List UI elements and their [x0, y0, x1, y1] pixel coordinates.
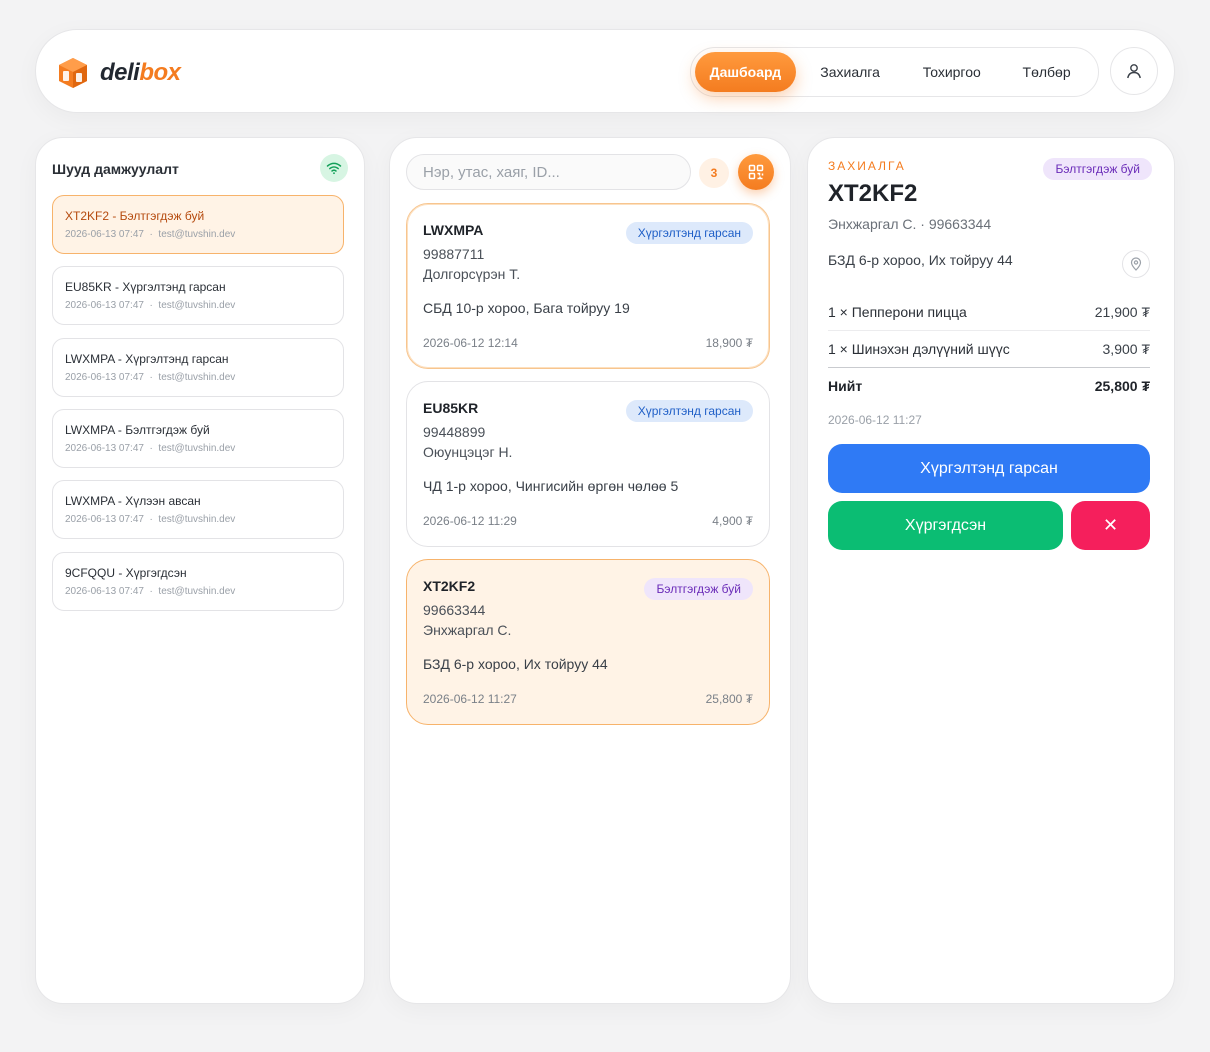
box-logo-icon	[59, 58, 87, 88]
event-email: test@tuvshin.dev	[158, 586, 236, 597]
dispatch-button[interactable]: Хүргэлтэнд гарсан	[828, 444, 1150, 493]
order-address: СБД 10-р хороо, Бага тойруу 19	[423, 300, 630, 316]
user-icon	[1127, 64, 1141, 79]
order-id: XT2KF2	[423, 578, 476, 594]
order-phone: 99663344	[423, 602, 486, 618]
stream-event-meta: 2026-06-13 07:47 · test@tuvshin.dev	[65, 300, 236, 311]
detail-date: 2026-06-12 11:27	[828, 413, 922, 427]
status-badge: Хүргэлтэнд гарсан	[625, 400, 753, 422]
app-name: delibox	[100, 59, 181, 87]
cancel-order-button[interactable]: ✕	[1071, 501, 1150, 550]
stream-event-meta: 2026-06-13 07:47 · test@tuvshin.dev	[65, 586, 236, 597]
orders-panel: 3 LWXMPA Хүргэлтэнд гарсан 99887711 Долг…	[389, 137, 791, 1004]
wifi-icon	[326, 162, 342, 175]
item-price: 3,900 ₮	[1102, 341, 1150, 357]
connection-status	[320, 154, 348, 182]
stream-event[interactable]: XT2KF2 - Бэлтгэгдэж буй 2026-06-13 07:47…	[52, 195, 344, 254]
order-card[interactable]: XT2KF2 Бэлтгэгдэж буй 99663344 Энхжаргал…	[406, 559, 770, 725]
stream-event-meta: 2026-06-13 07:47 · test@tuvshin.dev	[65, 443, 236, 454]
order-phone: 99887711	[423, 246, 485, 262]
scan-button[interactable]	[738, 154, 774, 190]
status-badge: Хүргэлтэнд гарсан	[625, 222, 753, 244]
order-phone: 99448899	[423, 424, 486, 440]
order-id: LWXMPA	[423, 222, 484, 238]
order-price: 4,900 ₮	[712, 514, 753, 528]
stream-event-title: XT2KF2 - Бэлтгэгдэж буй	[65, 209, 205, 223]
event-email: test@tuvshin.dev	[158, 443, 236, 454]
order-item-row: 1 × Шинэхэн дэлүүний шүүс 3,900 ₮	[828, 331, 1150, 368]
status-badge: Бэлтгэгдэж буй	[644, 578, 753, 600]
order-card[interactable]: EU85KR Хүргэлтэнд гарсан 99448899 Оюунцэ…	[406, 381, 770, 547]
detail-customer: Энхжаргал С. · 99663344	[828, 216, 992, 232]
order-customer: Оюунцэцэг Н.	[423, 444, 513, 460]
order-address: БЗД 6-р хороо, Их тойруу 44	[423, 656, 608, 672]
stream-event[interactable]: LWXMPA - Хүлээн авсан 2026-06-13 07:47 ·…	[52, 480, 344, 539]
order-customer: Долгорсүрэн Т.	[423, 266, 521, 282]
stream-event-title: LWXMPA - Хүргэлтэнд гарсан	[65, 352, 229, 366]
location-pin-icon	[1130, 257, 1142, 271]
app-name-part2: box	[139, 59, 181, 86]
event-time: 2026-06-13 07:47	[65, 443, 144, 454]
status-badge: Бэлтгэгдэж буй	[1043, 158, 1152, 180]
item-price: 21,900 ₮	[1094, 304, 1150, 320]
nav-dashboard[interactable]: Дашбоард	[695, 52, 796, 92]
nav-orders[interactable]: Захиалга	[796, 52, 905, 92]
order-price: 25,800 ₮	[705, 692, 753, 706]
stream-event-meta: 2026-06-13 07:47 · test@tuvshin.dev	[65, 372, 236, 383]
app-name-part1: deli	[100, 59, 140, 86]
stream-event[interactable]: LWXMPA - Бэлтгэгдэж буй 2026-06-13 07:47…	[52, 409, 344, 468]
qr-icon	[748, 164, 764, 180]
stream-event-title: EU85KR - Хүргэлтэнд гарсан	[65, 280, 226, 294]
order-card[interactable]: LWXMPA Хүргэлтэнд гарсан 99887711 Долгор…	[406, 203, 770, 369]
search-input[interactable]	[406, 154, 691, 190]
order-count-badge: 3	[699, 158, 729, 188]
event-time: 2026-06-13 07:47	[65, 229, 144, 240]
detail-section-label: ЗАХИАЛГА	[828, 159, 906, 173]
order-price: 18,900 ₮	[705, 336, 753, 350]
order-customer: Энхжаргал С.	[423, 622, 512, 638]
order-item-row: 1 × Пепперони пицца 21,900 ₮	[828, 294, 1150, 331]
nav-payment[interactable]: Төлбөр	[999, 52, 1094, 92]
order-id: EU85KR	[423, 400, 479, 416]
order-address: ЧД 1-р хороо, Чингисийн өргөн чөлөө 5	[423, 478, 679, 494]
total-label: Нийт	[828, 378, 863, 394]
order-items-list: 1 × Пепперони пицца 21,900 ₮ 1 × Шинэхэн…	[828, 294, 1150, 404]
stream-event[interactable]: LWXMPA - Хүргэлтэнд гарсан 2026-06-13 07…	[52, 338, 344, 397]
order-total-row: Нийт 25,800 ₮	[828, 367, 1150, 404]
app-logo[interactable]: delibox	[56, 56, 181, 90]
event-time: 2026-06-13 07:47	[65, 372, 144, 383]
order-detail-panel: ЗАХИАЛГА Бэлтгэгдэж буй XT2KF2 Энхжаргал…	[807, 137, 1175, 1004]
detail-order-id: XT2KF2	[828, 180, 918, 207]
event-email: test@tuvshin.dev	[158, 229, 236, 240]
profile-button[interactable]	[1110, 47, 1158, 95]
stream-event[interactable]: EU85KR - Хүргэлтэнд гарсан 2026-06-13 07…	[52, 266, 344, 325]
event-email: test@tuvshin.dev	[158, 514, 236, 525]
nav-settings[interactable]: Тохиргоо	[904, 52, 999, 92]
order-date: 2026-06-12 11:27	[423, 692, 517, 706]
main-nav: Дашбоард Захиалга Тохиргоо Төлбөр	[690, 47, 1099, 97]
stream-event-title: LWXMPA - Хүлээн авсан	[65, 494, 201, 508]
item-name: 1 × Пепперони пицца	[828, 304, 967, 320]
total-value: 25,800 ₮	[1094, 378, 1150, 394]
live-stream-panel: Шууд дамжуулалт XT2KF2 - Бэлтгэгдэж буй …	[35, 137, 365, 1004]
order-date: 2026-06-12 11:29	[423, 514, 517, 528]
event-email: test@tuvshin.dev	[158, 372, 236, 383]
stream-event[interactable]: 9CFQQU - Хүргэгдсэн 2026-06-13 07:47 · t…	[52, 552, 344, 611]
stream-event-title: 9CFQQU - Хүргэгдсэн	[65, 566, 187, 580]
stream-event-title: LWXMPA - Бэлтгэгдэж буй	[65, 423, 210, 437]
stream-event-meta: 2026-06-13 07:47 · test@tuvshin.dev	[65, 229, 236, 240]
stream-event-meta: 2026-06-13 07:47 · test@tuvshin.dev	[65, 514, 236, 525]
item-name: 1 × Шинэхэн дэлүүний шүүс	[828, 341, 1010, 357]
event-time: 2026-06-13 07:47	[65, 300, 144, 311]
event-email: test@tuvshin.dev	[158, 300, 236, 311]
event-time: 2026-06-13 07:47	[65, 586, 144, 597]
stream-title: Шууд дамжуулалт	[52, 161, 179, 177]
top-header: delibox Дашбоард Захиалга Тохиргоо Төлбө…	[35, 29, 1175, 113]
order-date: 2026-06-12 12:14	[423, 336, 518, 350]
event-time: 2026-06-13 07:47	[65, 514, 144, 525]
delivered-button[interactable]: Хүргэгдсэн	[828, 501, 1063, 550]
detail-address: БЗД 6-р хороо, Их тойруу 44	[828, 252, 1013, 268]
map-pin-button[interactable]	[1122, 250, 1150, 278]
